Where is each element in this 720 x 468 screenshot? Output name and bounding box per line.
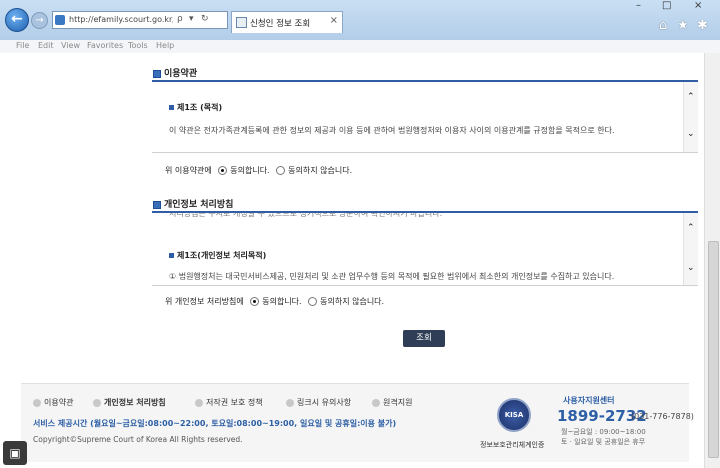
- minimize-button[interactable]: –: [636, 0, 641, 11]
- footer: 이용약관 개인정보 처리방침 저작권 보호 정책 링크시 유의사항 원격지원 서…: [21, 383, 694, 462]
- privacy-partial-text: 처리방침은 수시로 개정될 수 있으므로 정기적으로 방문하여 확인하시기 바랍…: [169, 211, 443, 218]
- page-scrollbar-thumb[interactable]: [708, 241, 719, 458]
- taskbar-app-icon[interactable]: ▣: [3, 441, 27, 465]
- query-button[interactable]: 조회: [403, 330, 445, 347]
- article-bullet-icon: [169, 253, 174, 258]
- support-weekend-note: 토 · 일요일 및 공휴일은 휴무: [561, 438, 646, 446]
- service-hours: 서비스 제공시간 (월요일~금요일:08:00~22:00, 토요일:08:00…: [33, 419, 397, 428]
- browser-tab[interactable]: 신청인 정보 조회 ×: [231, 11, 343, 33]
- back-arrow-icon[interactable]: ←: [5, 8, 29, 32]
- site-favicon: [55, 15, 65, 25]
- footer-link-privacy[interactable]: 개인정보 처리방침: [93, 397, 166, 408]
- home-icon[interactable]: ⌂: [659, 18, 667, 33]
- footer-link-terms[interactable]: 이용약관: [33, 397, 73, 408]
- terms-disagree-radio[interactable]: [276, 166, 286, 175]
- section-bullet-icon: [153, 69, 161, 78]
- scroll-down-icon[interactable]: ⌄: [687, 263, 695, 273]
- tab-title: 신청인 정보 조회: [250, 19, 311, 29]
- shield-icon: [195, 398, 203, 407]
- search-icon[interactable]: ρ: [177, 14, 183, 24]
- copyright-text: Copyright©Supreme Court of Korea All Rig…: [33, 435, 243, 444]
- support-weekday-hours: 월~금요일 : 09:00~18:00: [561, 428, 646, 436]
- terms-agree-row: 위 이용약관에 동의합니다. 동의하지 않습니다.: [165, 166, 353, 175]
- forward-arrow-icon[interactable]: →: [31, 12, 48, 29]
- tab-close-icon[interactable]: ×: [330, 15, 338, 26]
- footer-link-link-policy[interactable]: 링크시 유의사항: [286, 397, 351, 408]
- document-icon: [33, 398, 41, 407]
- terms-agree-radio[interactable]: [218, 166, 228, 175]
- privacy-box[interactable]: 처리방침은 수시로 개정될 수 있으므로 정기적으로 방문하여 확인하시기 바랍…: [152, 211, 698, 286]
- address-bar[interactable]: http://efamily.scourt.go.kr/pt/Pt ρ ▾ ↻: [52, 11, 228, 29]
- terms-article-text: 이 약관은 전자가족관계등록에 관한 정보의 제공과 이용 등에 관하여 법원행…: [169, 126, 615, 135]
- gear-icon[interactable]: ✱: [697, 18, 708, 33]
- chevron-down-icon[interactable]: ▾: [189, 14, 194, 24]
- star-icon[interactable]: ★: [677, 18, 689, 33]
- menu-help[interactable]: Help: [156, 41, 174, 50]
- terms-box[interactable]: 제1조 (목적) 이 약관은 전자가족관계등록에 관한 정보의 제공과 이용 등…: [152, 80, 698, 153]
- privacy-disagree-radio[interactable]: [308, 297, 318, 306]
- menu-file[interactable]: File: [16, 41, 29, 50]
- footer-link-copyright[interactable]: 저작권 보호 정책: [195, 397, 263, 408]
- section-bullet-icon: [153, 200, 161, 209]
- support-phone-alt: (031-776-7878): [631, 412, 694, 421]
- menu-edit[interactable]: Edit: [38, 41, 54, 50]
- scroll-down-icon[interactable]: ⌄: [687, 129, 695, 139]
- refresh-icon[interactable]: ↻: [201, 14, 209, 24]
- privacy-agree-row: 위 개인정보 처리방침에 동의합니다. 동의하지 않습니다.: [165, 297, 385, 306]
- monitor-icon: [372, 398, 380, 407]
- privacy-scrollbar[interactable]: ⌃ ⌄: [683, 213, 698, 285]
- terms-article-title: 제1조 (목적): [169, 102, 222, 113]
- menu-favorites[interactable]: Favorites: [87, 41, 123, 50]
- kisa-certification: KISA 정보보호관리체계인증: [480, 398, 546, 458]
- link-icon: [286, 398, 294, 407]
- scroll-up-icon[interactable]: ⌃: [687, 92, 695, 102]
- footer-link-remote[interactable]: 원격지원: [372, 397, 412, 408]
- close-button[interactable]: ×: [694, 0, 702, 11]
- kisa-seal-icon: KISA: [497, 398, 531, 432]
- menu-bar: File Edit View Favorites Tools Help: [0, 40, 720, 53]
- scroll-up-icon[interactable]: ⌃: [687, 223, 695, 233]
- support-title: 사용자지원센터: [563, 396, 615, 405]
- menu-tools[interactable]: Tools: [128, 41, 148, 50]
- page-scrollbar[interactable]: [704, 53, 720, 468]
- privacy-article-title: 제1조(개인정보 처리목적): [169, 250, 266, 261]
- maximize-button[interactable]: □: [662, 0, 671, 11]
- menu-view[interactable]: View: [61, 41, 80, 50]
- user-icon: [93, 398, 101, 407]
- privacy-agree-radio[interactable]: [250, 297, 260, 306]
- article-bullet-icon: [169, 105, 174, 110]
- terms-section-title: 이용약관: [153, 66, 197, 79]
- tab-favicon: [236, 17, 247, 28]
- terms-scrollbar[interactable]: ⌃ ⌄: [683, 82, 698, 152]
- browser-titlebar: ← → http://efamily.scourt.go.kr/pt/Pt ρ …: [0, 0, 720, 40]
- kisa-caption: 정보보호관리체계인증: [480, 441, 545, 449]
- privacy-article-text: ① 법원행정처는 대국민서비스제공, 민원처리 및 소관 업무수행 등의 목적에…: [169, 272, 615, 281]
- privacy-section-title: 개인정보 처리방침: [153, 197, 233, 210]
- address-url[interactable]: http://efamily.scourt.go.kr/pt/Pt: [69, 15, 173, 24]
